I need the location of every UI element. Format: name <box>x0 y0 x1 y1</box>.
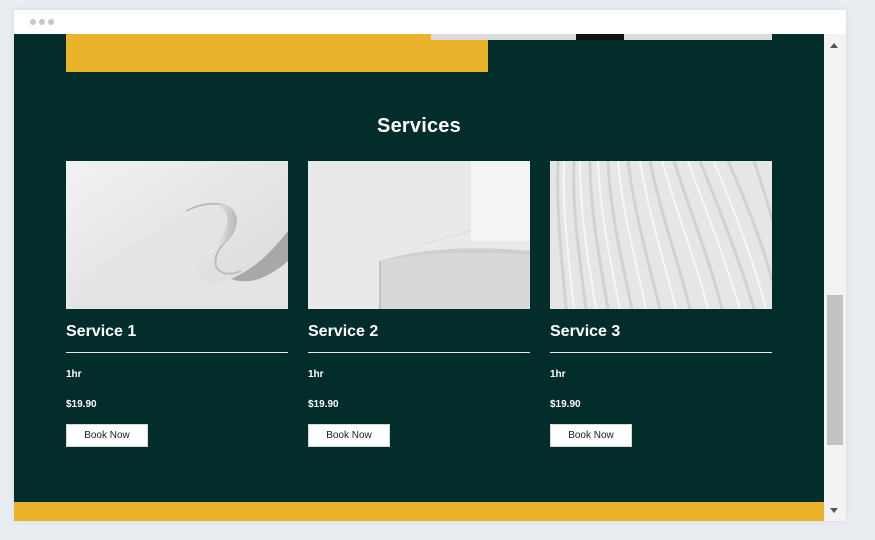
book-now-button[interactable]: Book Now <box>308 424 390 447</box>
service-title: Service 3 <box>550 323 621 340</box>
chevron-down-icon[interactable] <box>830 508 838 513</box>
window-dot <box>48 19 54 25</box>
book-now-button[interactable]: Book Now <box>66 424 148 447</box>
service-image-ribbon <box>66 161 288 309</box>
service-title: Service 2 <box>308 323 379 340</box>
hero-image-dark-edge <box>576 34 624 40</box>
services-heading: Services <box>377 115 461 137</box>
book-now-button[interactable]: Book Now <box>550 424 632 447</box>
hero-accent-block <box>66 34 488 72</box>
page-viewport: Services Service 1 1hr $19.90 Book Now S… <box>14 34 824 521</box>
window-dots <box>30 19 54 25</box>
window-titlebar <box>14 10 846 34</box>
service-divider <box>550 352 772 353</box>
vertical-scrollbar[interactable] <box>824 34 846 521</box>
service-card: Service 2 1hr $19.90 Book Now <box>308 161 530 447</box>
footer-accent-band <box>14 502 824 521</box>
service-image-waves <box>550 161 772 309</box>
chevron-up-icon[interactable] <box>830 43 838 48</box>
scrollbar-thumb[interactable] <box>827 295 843 445</box>
service-divider <box>66 352 288 353</box>
service-image-corner <box>308 161 530 309</box>
service-price: $19.90 <box>66 399 97 410</box>
service-price: $19.90 <box>308 399 339 410</box>
browser-window: Services Service 1 1hr $19.90 Book Now S… <box>14 10 846 521</box>
service-card: Service 1 1hr $19.90 Book Now <box>66 161 288 447</box>
service-price: $19.90 <box>550 399 581 410</box>
service-duration: 1hr <box>550 369 566 380</box>
service-duration: 1hr <box>308 369 324 380</box>
service-divider <box>308 352 530 353</box>
window-dot <box>30 19 36 25</box>
window-dot <box>39 19 45 25</box>
service-duration: 1hr <box>66 369 82 380</box>
service-card: Service 3 1hr $19.90 Book Now <box>550 161 772 447</box>
service-title: Service 1 <box>66 323 137 340</box>
